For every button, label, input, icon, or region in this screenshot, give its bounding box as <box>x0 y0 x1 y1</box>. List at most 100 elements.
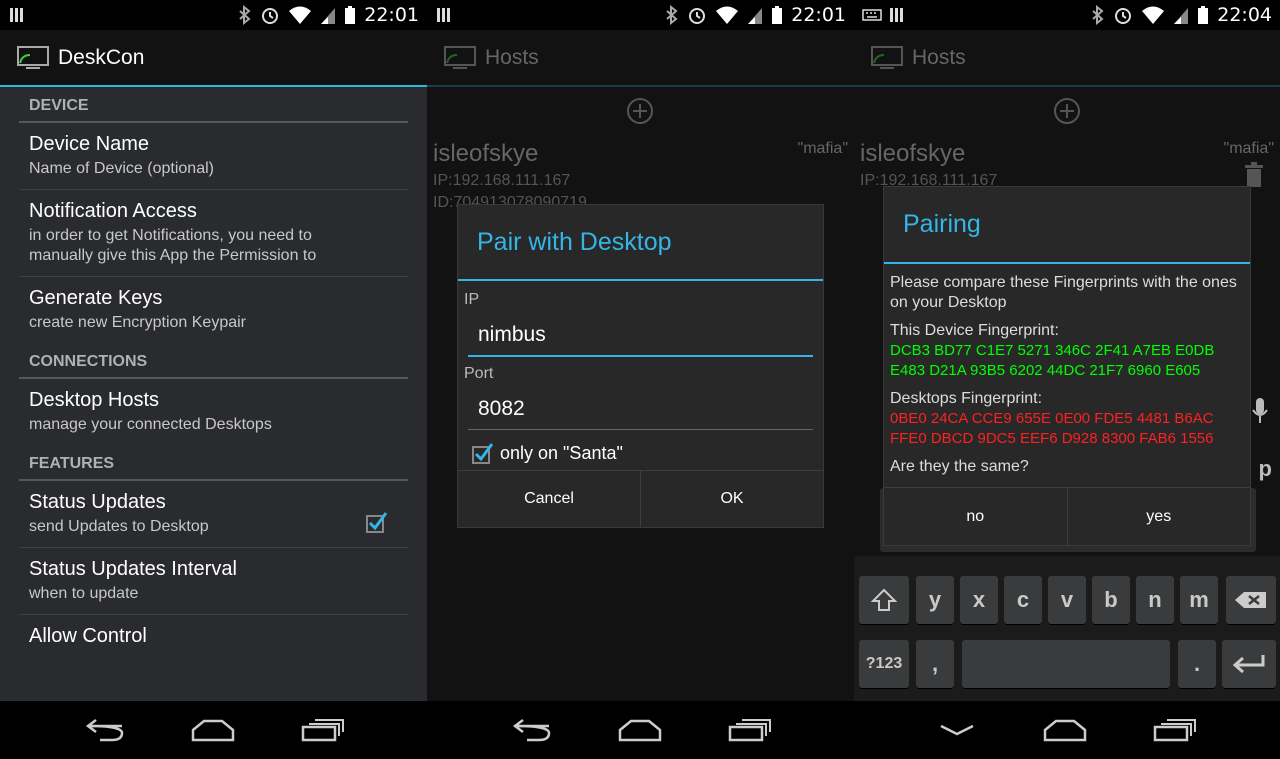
wifi-icon <box>716 6 739 24</box>
keyboard-icon <box>862 9 882 21</box>
action-bar: Hosts <box>427 30 854 87</box>
bluetooth-icon <box>1092 5 1104 25</box>
navigation-bar <box>0 701 427 759</box>
home-icon[interactable] <box>617 718 663 742</box>
battery-icon <box>345 6 356 24</box>
space-key[interactable] <box>962 640 1170 688</box>
pref-allow-control[interactable]: Allow Control <box>19 615 408 658</box>
alarm-icon <box>689 8 706 24</box>
recents-icon[interactable] <box>301 718 345 742</box>
key-c[interactable]: c <box>1004 576 1042 624</box>
category-device: DEVICE <box>19 87 408 123</box>
clock: 22:04 <box>1217 4 1272 26</box>
dialog-title: Pair with Desktop <box>458 205 823 281</box>
ok-button[interactable]: OK <box>640 471 823 527</box>
status-updates-checkbox[interactable] <box>366 511 388 533</box>
pref-title: Desktop Hosts <box>29 389 160 411</box>
settings-screen: 22:01 DeskCon DEVICE Device Name Name of… <box>0 0 427 759</box>
signal-icon <box>748 8 763 24</box>
backspace-icon <box>1235 592 1266 608</box>
soft-keyboard: y x c v b n m ?123 , . <box>854 398 1280 701</box>
key-p-partial[interactable]: p <box>1259 456 1272 482</box>
port-label: Port <box>464 365 494 382</box>
enter-key[interactable] <box>1222 640 1276 688</box>
comma-key[interactable]: , <box>916 640 954 688</box>
recents-icon[interactable] <box>728 718 772 742</box>
only-on-checkbox-row[interactable]: only on "Santa" <box>458 430 823 470</box>
back-icon[interactable] <box>509 718 553 742</box>
key-x[interactable]: x <box>960 576 998 624</box>
pairing-screen: 22:04 Hosts isleofskye IP:192.168.111.16… <box>854 0 1280 759</box>
enter-icon <box>1232 655 1265 674</box>
pref-title: Device Name <box>29 133 150 155</box>
pref-device-name[interactable]: Device Name Name of Device (optional) <box>19 123 408 190</box>
pref-title: Status Updates <box>29 491 166 513</box>
navigation-bar <box>427 701 854 759</box>
add-host-icon <box>1054 98 1080 124</box>
status-bar: 22:04 <box>854 0 1280 30</box>
mic-icon[interactable] <box>1250 396 1270 426</box>
shift-key[interactable] <box>859 576 909 624</box>
action-bar: Hosts <box>854 30 1280 87</box>
trash-icon <box>1245 162 1263 187</box>
only-on-checkbox[interactable] <box>472 442 494 464</box>
category-connections: CONNECTIONS <box>19 343 408 379</box>
key-v[interactable]: v <box>1048 576 1086 624</box>
device-fingerprint: DCB3 BD77 C1E7 5271 346C 2F41 A7EB E0DB … <box>890 342 1215 379</box>
symbols-key[interactable]: ?123 <box>859 640 909 688</box>
pairing-question: Are they the same? <box>890 458 1029 475</box>
pref-title: Allow Control <box>29 625 147 647</box>
app-icon <box>444 45 476 69</box>
recents-icon[interactable] <box>1153 718 1197 742</box>
pref-status-interval[interactable]: Status Updates Interval when to update <box>19 548 408 615</box>
yes-button[interactable]: yes <box>1066 488 1251 545</box>
bluetooth-icon <box>666 5 678 25</box>
cancel-button[interactable]: Cancel <box>458 471 640 527</box>
navigation-bar <box>854 701 1280 759</box>
pref-summary: in order to get Notifications, you need … <box>29 227 317 264</box>
alarm-icon <box>1115 8 1132 24</box>
home-icon[interactable] <box>1042 718 1088 742</box>
pref-status-updates[interactable]: Status Updates send Updates to Desktop <box>19 481 408 548</box>
pref-summary: create new Encryption Keypair <box>29 314 246 331</box>
dialog-title: Pairing <box>884 187 1250 264</box>
host-tag: "mafia" <box>797 140 848 157</box>
pref-summary: when to update <box>29 585 139 602</box>
desktop-fingerprint: 0BE0 24CA CCE9 655E 0E00 FDE5 4481 B6AC … <box>890 410 1214 447</box>
screen-title: Hosts <box>485 45 539 69</box>
pref-generate-keys[interactable]: Generate Keys create new Encryption Keyp… <box>19 277 408 343</box>
back-icon[interactable] <box>82 718 126 742</box>
backspace-key[interactable] <box>1226 576 1276 624</box>
home-icon[interactable] <box>190 718 236 742</box>
pair-dialog: Pair with Desktop IP nimbus Port 8082 on… <box>457 204 824 528</box>
signal-icon <box>321 8 336 24</box>
key-b[interactable]: b <box>1092 576 1130 624</box>
screen-title: Hosts <box>912 45 966 69</box>
key-m[interactable]: m <box>1180 576 1218 624</box>
app-icon[interactable] <box>16 45 50 71</box>
wifi-icon <box>1142 6 1165 24</box>
port-input[interactable]: 8082 <box>468 393 813 430</box>
category-features: FEATURES <box>19 445 408 481</box>
key-y[interactable]: y <box>916 576 954 624</box>
add-host-icon <box>627 98 653 124</box>
pref-notification-access[interactable]: Notification Access in order to get Noti… <box>19 190 408 277</box>
action-bar: DeskCon <box>0 30 427 87</box>
notification-icon <box>890 8 903 22</box>
key-n[interactable]: n <box>1136 576 1174 624</box>
pref-title: Notification Access <box>29 200 197 222</box>
status-bar: 22:01 <box>427 0 854 30</box>
hide-keyboard-icon[interactable] <box>937 720 977 740</box>
bluetooth-icon <box>239 5 251 25</box>
pref-desktop-hosts[interactable]: Desktop Hosts manage your connected Desk… <box>19 379 408 445</box>
period-key[interactable]: . <box>1178 640 1216 688</box>
pref-summary: send Updates to Desktop <box>29 518 209 535</box>
no-button[interactable]: no <box>884 488 1067 545</box>
battery-icon <box>772 6 783 24</box>
host-tag: "mafia" <box>1223 140 1274 157</box>
signal-icon <box>1174 8 1189 24</box>
preference-list[interactable]: DEVICE Device Name Name of Device (optio… <box>0 87 427 701</box>
ip-input[interactable]: nimbus <box>468 319 813 357</box>
shift-icon <box>871 588 897 611</box>
pref-title: Generate Keys <box>29 287 163 309</box>
